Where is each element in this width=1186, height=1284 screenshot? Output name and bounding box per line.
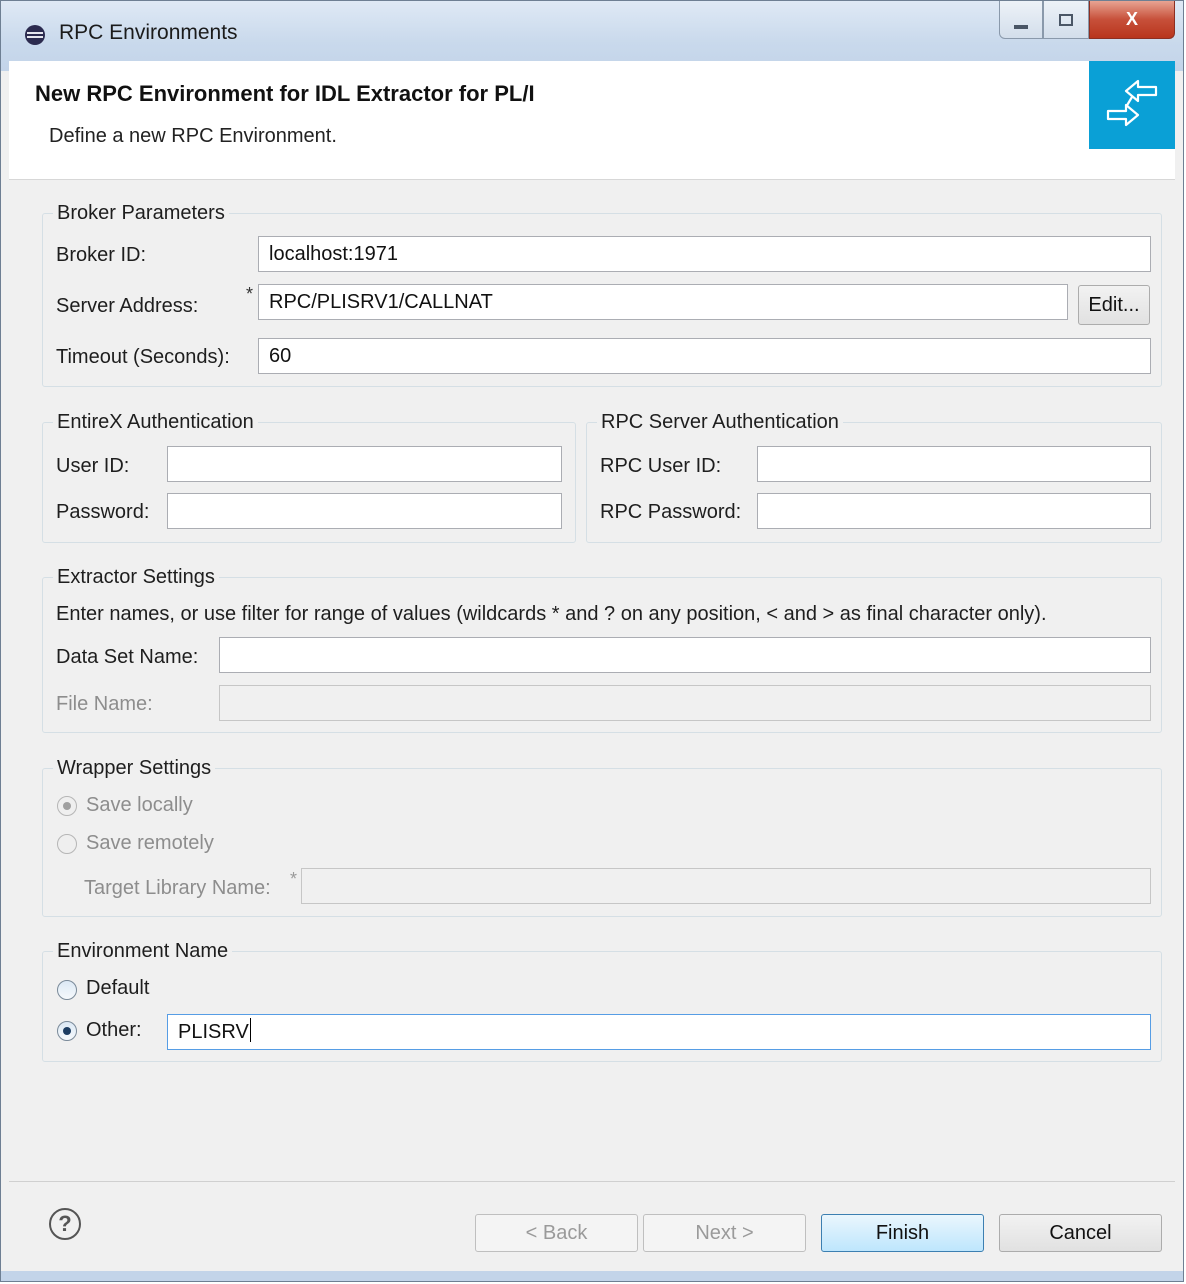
user-id-label: User ID: <box>56 455 130 477</box>
maximize-button[interactable] <box>1043 1 1089 39</box>
environment-name-legend: Environment Name <box>57 940 229 962</box>
password-label: Password: <box>56 501 150 523</box>
rpc-user-id-label: RPC User ID: <box>600 455 722 477</box>
window-title: RPC Environments <box>59 21 238 44</box>
edit-button[interactable]: Edit... <box>1078 285 1150 325</box>
timeout-field[interactable]: 60 <box>258 338 1151 374</box>
wizard-arrows-icon <box>1089 61 1175 149</box>
extractor-hint: Enter names, or use filter for range of … <box>56 603 1047 625</box>
password-field[interactable] <box>167 493 562 529</box>
wizard-footer: ? < Back Next > Finish Cancel <box>9 1181 1175 1274</box>
rpc-password-label: RPC Password: <box>600 501 742 523</box>
extractor-settings-legend: Extractor Settings <box>57 566 215 588</box>
required-marker: * <box>290 869 298 889</box>
text-cursor <box>249 1018 251 1042</box>
data-set-name-field[interactable] <box>219 637 1151 673</box>
maximize-icon <box>1059 13 1073 26</box>
window-controls: X <box>999 1 1175 41</box>
next-button: Next > <box>643 1214 806 1252</box>
environment-name-field[interactable]: PLISRV <box>167 1014 1151 1050</box>
broker-id-label: Broker ID: <box>56 244 147 266</box>
server-address-field[interactable]: RPC/PLISRV1/CALLNAT <box>258 284 1068 320</box>
target-library-name-field <box>301 868 1151 904</box>
save-locally-radio <box>57 796 77 816</box>
cancel-button[interactable]: Cancel <box>999 1214 1162 1252</box>
dialog-window: RPC Environments X New RPC Environment f… <box>0 0 1184 1282</box>
default-radio[interactable] <box>57 980 77 1000</box>
broker-parameters-legend: Broker Parameters <box>57 202 225 224</box>
back-button: < Back <box>475 1214 638 1252</box>
file-name-label: File Name: <box>56 693 153 715</box>
close-button[interactable]: X <box>1089 1 1175 39</box>
rpc-password-field[interactable] <box>757 493 1151 529</box>
page-subtitle: Define a new RPC Environment. <box>49 125 337 147</box>
window-bottom-border <box>1 1271 1183 1281</box>
target-library-name-label: Target Library Name: <box>84 877 271 899</box>
wizard-content: Broker Parameters Broker ID: localhost:1… <box>9 180 1175 1180</box>
save-remotely-label: Save remotely <box>86 832 214 854</box>
data-set-name-label: Data Set Name: <box>56 646 199 668</box>
default-label[interactable]: Default <box>86 977 149 1000</box>
page-title: New RPC Environment for IDL Extractor fo… <box>35 81 535 106</box>
rpc-server-authentication-legend: RPC Server Authentication <box>601 411 839 433</box>
file-name-field <box>219 685 1151 721</box>
save-remotely-radio <box>57 834 77 854</box>
wrapper-settings-legend: Wrapper Settings <box>57 757 212 779</box>
minimize-icon <box>1014 24 1028 29</box>
server-address-label: Server Address: <box>56 295 199 317</box>
wizard-header: New RPC Environment for IDL Extractor fo… <box>9 61 1175 180</box>
help-icon[interactable]: ? <box>49 1208 81 1240</box>
user-id-field[interactable] <box>167 446 562 482</box>
environment-name-value: PLISRV <box>178 1021 249 1043</box>
entirex-authentication-legend: EntireX Authentication <box>57 411 254 433</box>
required-marker: * <box>246 284 254 304</box>
timeout-label: Timeout (Seconds): <box>56 346 230 368</box>
eclipse-icon <box>25 25 45 45</box>
minimize-button[interactable] <box>999 1 1043 39</box>
broker-id-field[interactable]: localhost:1971 <box>258 236 1151 272</box>
rpc-user-id-field[interactable] <box>757 446 1151 482</box>
other-label[interactable]: Other: <box>86 1019 142 1042</box>
save-locally-label: Save locally <box>86 794 193 816</box>
finish-button[interactable]: Finish <box>821 1214 984 1252</box>
other-radio[interactable] <box>57 1021 77 1041</box>
